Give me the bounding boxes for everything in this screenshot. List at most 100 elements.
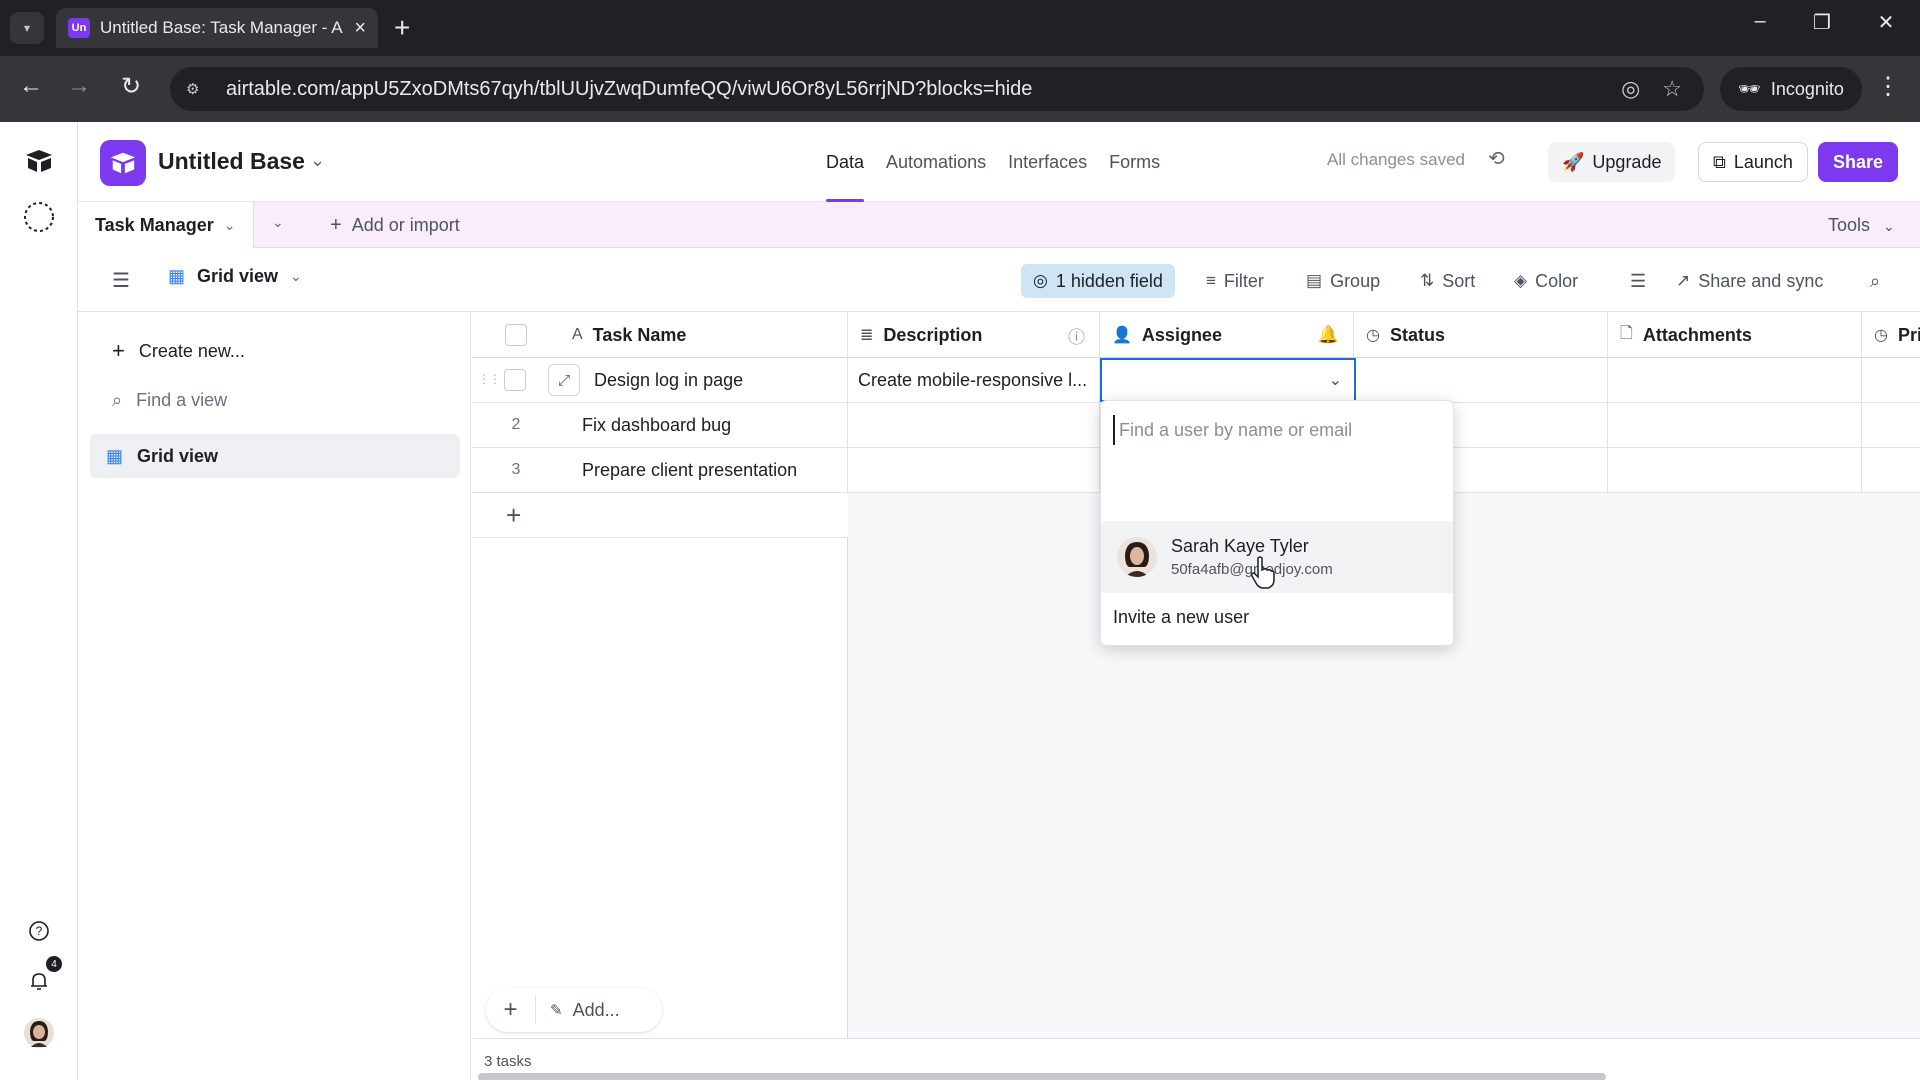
info-icon[interactable]: ⓘ [1068, 323, 1085, 348]
status-cell[interactable] [1354, 358, 1608, 402]
bookmark-star-icon[interactable]: ☆ [1662, 76, 1682, 102]
restore-window-icon[interactable]: ❐ [1802, 10, 1842, 35]
share-and-sync-button[interactable]: ↗ Share and sync [1676, 264, 1823, 298]
task-name-cell[interactable]: Prepare client presentation [560, 448, 848, 492]
tab-automations[interactable]: Automations [886, 122, 986, 202]
share-button[interactable]: Share [1818, 142, 1898, 182]
table-row[interactable]: ⋮⋮ ⤢ Design log in page Create mobile-re… [472, 358, 1920, 403]
add-or-import-button[interactable]: + Add or import [330, 214, 460, 237]
select-all-checkbox[interactable] [505, 324, 527, 346]
hidden-fields-label: 1 hidden field [1055, 270, 1163, 291]
add-ai-label[interactable]: Add... [573, 1000, 620, 1021]
base-name[interactable]: Untitled Base [158, 148, 305, 175]
eye-slash-icon[interactable]: ◎ [1621, 76, 1640, 102]
site-info-icon[interactable]: ⚙ [186, 80, 208, 98]
all-tables-chevron-icon[interactable]: ⌄ [272, 214, 284, 231]
attachments-cell[interactable] [1608, 358, 1862, 402]
close-window-icon[interactable]: ✕ [1866, 10, 1906, 35]
row-height-icon[interactable]: ☰ [1630, 264, 1646, 298]
column-header-assignee[interactable]: 👤 Assignee 🔔 [1100, 312, 1354, 358]
views-sidebar: + Create new... ⌕ Find a view ▦ Grid vie… [78, 312, 471, 1080]
column-header-description[interactable]: ≣ Description ⓘ [848, 312, 1100, 358]
reload-icon[interactable]: ↻ [114, 72, 148, 101]
add-record-button[interactable]: + [486, 996, 536, 1024]
description-cell[interactable] [848, 403, 1100, 447]
airtable-home-icon[interactable] [20, 142, 58, 180]
close-tab-icon[interactable]: × [354, 17, 366, 40]
browser-toolbar: ← → ↻ ⚙ airtable.com/appU5ZxoDMts67qyh/t… [0, 56, 1920, 122]
new-tab-button[interactable]: + [394, 12, 410, 44]
chevron-down-icon: ⌄ [1883, 218, 1895, 234]
browser-tab-strip: ▾ Un Untitled Base: Task Manager - A × +… [0, 0, 1920, 56]
user-option[interactable]: Sarah Kaye Tyler 50fa4afb@gmodjoy.com [1101, 521, 1453, 593]
user-search-input[interactable] [1113, 415, 1443, 445]
history-icon[interactable]: ⟲ [1488, 146, 1505, 171]
search-icon[interactable]: ⌕ [1870, 264, 1880, 298]
tools-menu[interactable]: Tools ⌄ [1828, 215, 1895, 236]
hand-cursor-icon [1251, 556, 1275, 589]
plus-icon: + [506, 500, 522, 530]
sort-button[interactable]: ⇅ Sort [1420, 264, 1475, 298]
attachments-cell[interactable] [1608, 403, 1862, 447]
sidebar-item-grid-view[interactable]: ▦ Grid view [90, 434, 460, 478]
column-header-task-name[interactable]: A Task Name [560, 312, 848, 358]
add-record-row[interactable]: + [472, 494, 848, 538]
help-icon[interactable]: ? [20, 912, 58, 950]
long-text-icon: ≣ [860, 327, 874, 344]
create-new-view-button[interactable]: + Create new... [112, 338, 245, 364]
task-name-cell[interactable]: Design log in page [582, 358, 848, 402]
expand-record-icon[interactable]: ⤢ [548, 364, 580, 396]
paint-bucket-icon: ◈ [1514, 271, 1528, 290]
sort-icon: ⇅ [1420, 271, 1435, 290]
color-button[interactable]: ◈ Color [1514, 264, 1578, 298]
column-header-attachments[interactable]: 🗋 Attachments [1608, 312, 1862, 358]
back-arrow-icon[interactable]: ← [14, 72, 48, 100]
launch-button[interactable]: ⧉ Launch [1698, 142, 1808, 182]
row-checkbox[interactable] [504, 369, 526, 391]
notification-count-badge: 4 [46, 956, 62, 972]
bell-icon[interactable]: 🔔 [1318, 325, 1339, 345]
upgrade-button[interactable]: 🚀 Upgrade [1548, 142, 1676, 182]
view-switcher[interactable]: ▦ Grid view ⌄ [168, 266, 302, 287]
description-cell[interactable] [848, 448, 1100, 492]
hamburger-menu-icon[interactable]: ☰ [112, 268, 130, 293]
column-header-priority[interactable]: ◷ Pri [1862, 312, 1920, 358]
hidden-fields-button[interactable]: ◎ 1 hidden field [1021, 264, 1175, 298]
account-avatar[interactable] [20, 1014, 58, 1052]
find-view-input[interactable]: ⌕ Find a view [112, 390, 227, 411]
tools-label: Tools [1828, 215, 1871, 235]
view-name: Grid view [197, 266, 279, 286]
tab-data[interactable]: Data [826, 122, 865, 202]
status-icon: ◷ [1874, 327, 1888, 344]
horizontal-scrollbar[interactable] [478, 1073, 1606, 1080]
minimize-window-icon[interactable]: – [1740, 10, 1780, 33]
omni-ai-icon[interactable] [20, 198, 58, 236]
airtable-favicon: Un [68, 18, 90, 38]
share-out-icon: ↗ [1676, 271, 1691, 290]
browser-tab[interactable]: Un Untitled Base: Task Manager - A × [56, 8, 378, 48]
tab-search-button[interactable]: ▾ [10, 12, 44, 44]
column-header-status[interactable]: ◷ Status [1354, 312, 1608, 358]
chevron-down-icon[interactable]: ⌄ [310, 150, 325, 171]
group-button[interactable]: ▤ Group [1306, 264, 1380, 298]
browser-menu-icon[interactable]: ⋮ [1876, 72, 1900, 101]
plus-icon: + [330, 214, 342, 236]
base-logo-icon[interactable] [100, 140, 146, 186]
incognito-badge[interactable]: 🕶 Incognito [1720, 67, 1862, 111]
tab-interfaces[interactable]: Interfaces [1008, 122, 1087, 202]
chevron-down-icon[interactable]: ⌄ [1329, 370, 1342, 390]
filter-label: Filter [1223, 270, 1264, 291]
invite-new-user-option[interactable]: Invite a new user [1113, 607, 1249, 628]
avatar [1117, 537, 1157, 577]
task-name-cell[interactable]: Fix dashboard bug [560, 403, 848, 447]
magic-wand-icon[interactable]: ✎ [550, 1001, 563, 1019]
sidebar-item-label: Grid view [137, 445, 219, 466]
attachments-cell[interactable] [1608, 448, 1862, 492]
forward-arrow-icon[interactable]: → [62, 72, 96, 100]
filter-button[interactable]: ≡ Filter [1206, 264, 1264, 298]
assignee-cell-active[interactable]: ⌄ [1100, 358, 1356, 402]
address-bar[interactable]: ⚙ airtable.com/appU5ZxoDMts67qyh/tblUUjv… [170, 67, 1704, 111]
description-cell[interactable]: Create mobile-responsive l... [848, 358, 1100, 402]
table-tab-task-manager[interactable]: Task Manager ⌄ [78, 202, 254, 248]
tab-forms[interactable]: Forms [1109, 122, 1160, 202]
